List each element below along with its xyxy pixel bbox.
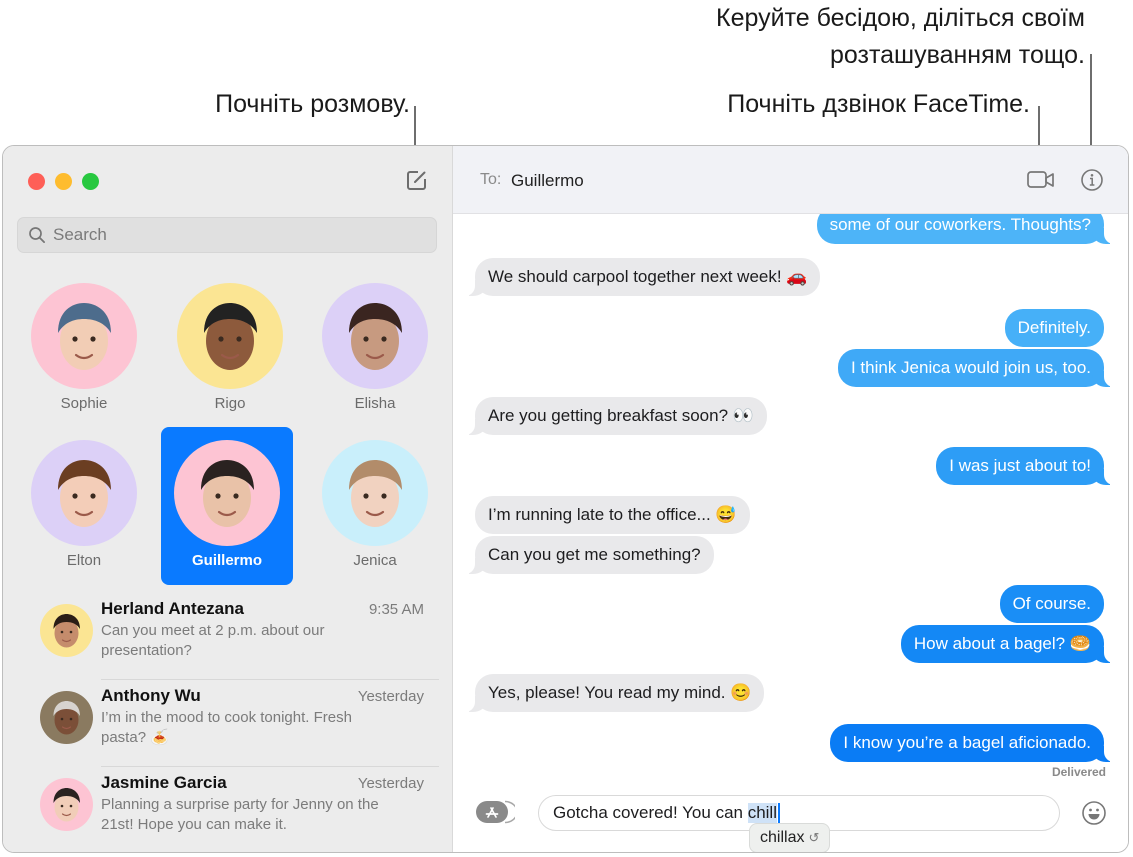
callout-new-conversation: Почніть розмову.	[215, 90, 410, 118]
delivery-status: Delivered	[1051, 765, 1106, 779]
conversation-pane: To: Guillermo some of our coworkers. Tho…	[453, 146, 1128, 852]
app-store-icon	[476, 800, 518, 824]
message-text: Can you get me something?	[488, 545, 701, 564]
message-text: I know you’re a bagel aficionado.	[843, 733, 1091, 752]
minimize-window-button[interactable]	[55, 173, 72, 190]
message-text: I think Jenica would join us, too.	[850, 358, 1091, 377]
suggestion-text: chillax	[760, 829, 805, 846]
message-text: Definitely.	[1017, 318, 1091, 337]
pinned-contact-name: Elton	[66, 552, 102, 569]
message-preview: Planning a surprise party for Jenny on t…	[101, 796, 379, 833]
incoming-message[interactable]: I’m running late to the office... 😅	[475, 496, 750, 534]
pinned-contact-name: Guillermo	[191, 552, 262, 569]
recipient-name[interactable]: Guillermo	[511, 171, 584, 191]
details-button[interactable]	[1079, 167, 1109, 193]
pinned-contact-name: Jenica	[353, 552, 397, 569]
avatar	[174, 440, 280, 546]
message-time: 9:35 AM	[368, 601, 424, 618]
pinned-conversation-elton[interactable]: Elton	[18, 427, 150, 585]
search-input[interactable]	[53, 225, 413, 245]
incoming-message[interactable]: Are you getting breakfast soon? 👀	[463, 397, 767, 435]
facetime-button[interactable]	[1026, 167, 1056, 193]
app-store-button[interactable]	[475, 799, 518, 825]
message-text: I was just about to!	[949, 456, 1091, 475]
emoji-button[interactable]	[1081, 800, 1107, 826]
conversation-header: To: Guillermo	[453, 146, 1128, 214]
callout-line-1: Керуйте бесідою, діліться своїм	[716, 4, 1085, 32]
callout-facetime: Почніть дзвінок FaceTime.	[727, 90, 1030, 118]
contact-name: Anthony Wu	[101, 686, 201, 705]
incoming-message[interactable]: Yes, please! You read my mind. 😊	[462, 674, 765, 712]
message-preview: I’m in the mood to cook tonight. Fresh p…	[101, 709, 352, 746]
outgoing-message[interactable]: Definitely.	[1004, 309, 1104, 347]
selected-word: chill	[747, 803, 777, 823]
avatar	[40, 604, 93, 657]
callout-line-2: розташуванням тощо.	[829, 41, 1085, 69]
text-caret	[778, 802, 780, 824]
compose-button[interactable]	[405, 168, 429, 192]
callout-manage-conversation: Керуйте бесідою, діліться своїм розташув…	[716, 0, 1085, 73]
pinned-contact-name: Elisha	[354, 395, 396, 412]
search-icon	[29, 227, 45, 243]
compose-icon	[407, 171, 426, 190]
message-text: I’m running late to the office... 😅	[488, 505, 737, 524]
conversation-list-item[interactable]: Herland Antezana 9:35 AM Can you meet at 2…	[33, 593, 438, 680]
message-preview: Can you meet at 2 p.m. about our present…	[101, 622, 325, 659]
message-text: We should carpool together next week! 🚗	[488, 267, 808, 286]
zoom-window-button[interactable]	[82, 173, 99, 190]
outgoing-message[interactable]: Of course.	[999, 585, 1104, 623]
avatar	[322, 440, 428, 546]
messages-window: Sophie Rigo Elisha Elton Guillermo Jenica Her…	[2, 145, 1129, 853]
incoming-message[interactable]: Can you get me something?	[463, 536, 714, 574]
pinned-conversation-jenica[interactable]: Jenica	[309, 427, 441, 585]
contact-name: Jasmine Garcia	[101, 773, 227, 792]
message-text: Of course.	[1012, 594, 1091, 613]
video-camera-icon	[1027, 171, 1054, 188]
pinned-conversation-guillermo[interactable]: Guillermo	[161, 427, 293, 585]
conversation-list-item[interactable]: Jasmine Garcia Yesterday Planning a surpri…	[33, 767, 438, 852]
search-field[interactable]	[17, 217, 437, 253]
outgoing-message[interactable]: I was just about to!	[936, 447, 1116, 485]
message-time: Yesterday	[357, 775, 424, 792]
outgoing-message[interactable]: How about a bagel? 🥯	[900, 625, 1117, 663]
avatar	[40, 691, 93, 744]
revert-icon: ↺	[808, 830, 820, 845]
outgoing-message[interactable]: I think Jenica would join us, too.	[837, 349, 1117, 387]
pinned-contact-name: Sophie	[60, 395, 108, 412]
close-window-button[interactable]	[28, 173, 45, 190]
to-label: To:	[480, 171, 502, 188]
incoming-message[interactable]: We should carpool together next week! 🚗	[462, 258, 821, 296]
contact-name: Herland Antezana	[101, 599, 244, 618]
autocorrect-suggestion[interactable]: chillax ↺	[749, 823, 831, 852]
avatar	[322, 283, 428, 389]
message-text: Are you getting breakfast soon? 👀	[488, 406, 754, 425]
avatar	[31, 440, 137, 546]
avatar	[31, 283, 137, 389]
message-text: some of our coworkers. Thoughts?	[829, 215, 1091, 234]
message-text: Yes, please! You read my mind. 😊	[488, 683, 752, 702]
pinned-contact-name: Rigo	[214, 395, 246, 412]
message-time: Yesterday	[357, 688, 424, 705]
pinned-conversation-sophie[interactable]: Sophie	[18, 270, 150, 428]
sidebar: Sophie Rigo Elisha Elton Guillermo Jenica Her…	[3, 146, 453, 852]
avatar	[177, 283, 283, 389]
info-icon	[1081, 169, 1103, 191]
pinned-conversation-rigo[interactable]: Rigo	[164, 270, 296, 428]
conversation-list-item[interactable]: Anthony Wu Yesterday I’m in the mood to co…	[33, 680, 438, 767]
outgoing-message[interactable]: I know you’re a bagel aficionado.	[830, 724, 1116, 762]
avatar	[40, 778, 93, 831]
message-text: How about a bagel? 🥯	[913, 634, 1091, 653]
pinned-conversation-elisha[interactable]: Elisha	[309, 270, 441, 428]
smiley-icon	[1082, 801, 1106, 825]
message-input-text: Gotcha covered! You can	[553, 803, 748, 822]
